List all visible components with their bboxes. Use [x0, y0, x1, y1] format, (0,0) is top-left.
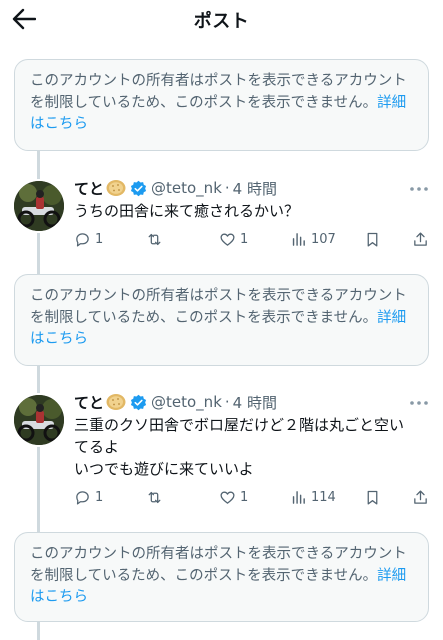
- handle[interactable]: @teto_nk: [151, 179, 222, 197]
- post[interactable]: てと @teto_nk · 4 時間 うちの田舎に来て癒されるかい？ 1 1 1…: [0, 176, 443, 256]
- post-text-line: 三重のクソ田舎でボロ屋だけど２階は丸ごと空い: [74, 416, 405, 434]
- rice-cracker-emoji-icon: [106, 394, 126, 410]
- thread-line: [37, 622, 40, 640]
- separator-dot: ·: [224, 179, 230, 197]
- share-icon: [414, 489, 427, 504]
- like-count: 1: [240, 231, 249, 247]
- restricted-notice-text: このアカウントの所有者はポストを表示できるアカウントを制限しているため、このポス…: [30, 546, 407, 584]
- post-actions: 1 1 107: [74, 229, 432, 249]
- post-actions: 1 1 114: [74, 487, 432, 507]
- timestamp[interactable]: 4 時間: [233, 178, 277, 199]
- restricted-post-notice: このアカウントの所有者はポストを表示できるアカウントを制限しているため、このポス…: [14, 274, 429, 366]
- reply-button[interactable]: 1: [74, 229, 103, 249]
- top-bar: ポスト: [0, 0, 443, 40]
- thread-line: [37, 151, 40, 179]
- like-icon: [220, 491, 235, 504]
- more-icon[interactable]: [409, 400, 429, 406]
- avatar-image: [14, 181, 64, 231]
- reply-button[interactable]: 1: [74, 487, 103, 507]
- reply-count: 1: [95, 231, 104, 247]
- avatar[interactable]: [14, 181, 64, 231]
- handle[interactable]: @teto_nk: [151, 393, 222, 411]
- thread-line: [37, 366, 40, 393]
- post-text: うちの田舎に来て癒されるかい？: [74, 200, 426, 222]
- views-button[interactable]: 114: [290, 487, 336, 507]
- post[interactable]: てと @teto_nk · 4 時間 三重のクソ田舎でボロ屋だけど２階は丸ごと空…: [0, 390, 443, 520]
- restricted-post-notice: このアカウントの所有者はポストを表示できるアカウントを制限しているため、このポス…: [14, 59, 429, 151]
- reply-icon: [76, 490, 89, 505]
- restricted-notice-text: このアカウントの所有者はポストを表示できるアカウントを制限しているため、このポス…: [30, 288, 407, 326]
- views-icon: [292, 490, 305, 504]
- like-count: 1: [240, 489, 249, 505]
- share-icon: [414, 231, 427, 246]
- reply-count: 1: [95, 489, 104, 505]
- bookmark-icon: [367, 490, 378, 505]
- restricted-post-notice: このアカウントの所有者はポストを表示できるアカウントを制限しているため、このポス…: [14, 532, 429, 622]
- verified-badge-icon: [130, 180, 147, 196]
- view-count: 114: [311, 489, 336, 505]
- more-icon[interactable]: [409, 186, 429, 192]
- views-icon: [292, 232, 305, 246]
- bookmark-icon: [367, 232, 378, 247]
- share-button[interactable]: [412, 229, 433, 249]
- share-button[interactable]: [412, 487, 433, 507]
- bookmark-button[interactable]: [364, 487, 385, 507]
- views-button[interactable]: 107: [290, 229, 336, 249]
- repost-icon: [148, 491, 161, 503]
- repost-button[interactable]: [146, 487, 167, 507]
- view-count: 107: [311, 231, 336, 247]
- verified-badge-icon: [130, 394, 147, 410]
- post-text-line: いつでも遊びに来ていいよ: [74, 460, 254, 478]
- rice-cracker-emoji-icon: [106, 180, 126, 196]
- repost-button[interactable]: [146, 229, 167, 249]
- timestamp[interactable]: 4 時間: [233, 392, 277, 413]
- like-button[interactable]: 1: [219, 229, 248, 249]
- post-author-row: てと @teto_nk · 4 時間: [74, 391, 277, 413]
- restricted-notice-text: このアカウントの所有者はポストを表示できるアカウントを制限しているため、このポス…: [30, 73, 407, 111]
- page-title: ポスト: [193, 11, 250, 32]
- like-icon: [220, 233, 235, 246]
- reply-icon: [76, 232, 89, 247]
- separator-dot: ·: [224, 393, 230, 411]
- post-text-line: うちの田舎に来て癒されるかい？: [74, 202, 300, 220]
- post-text-line: てるよ: [74, 438, 120, 456]
- post-author-row: てと @teto_nk · 4 時間: [74, 177, 277, 199]
- like-button[interactable]: 1: [219, 487, 248, 507]
- avatar[interactable]: [14, 395, 64, 445]
- post-text: 三重のクソ田舎でボロ屋だけど２階は丸ごと空い てるよ いつでも遊びに来ていいよ: [74, 414, 426, 480]
- avatar-image: [14, 395, 64, 445]
- display-name[interactable]: てと: [74, 178, 104, 199]
- display-name[interactable]: てと: [74, 392, 104, 413]
- repost-icon: [148, 233, 161, 245]
- bookmark-button[interactable]: [364, 229, 385, 249]
